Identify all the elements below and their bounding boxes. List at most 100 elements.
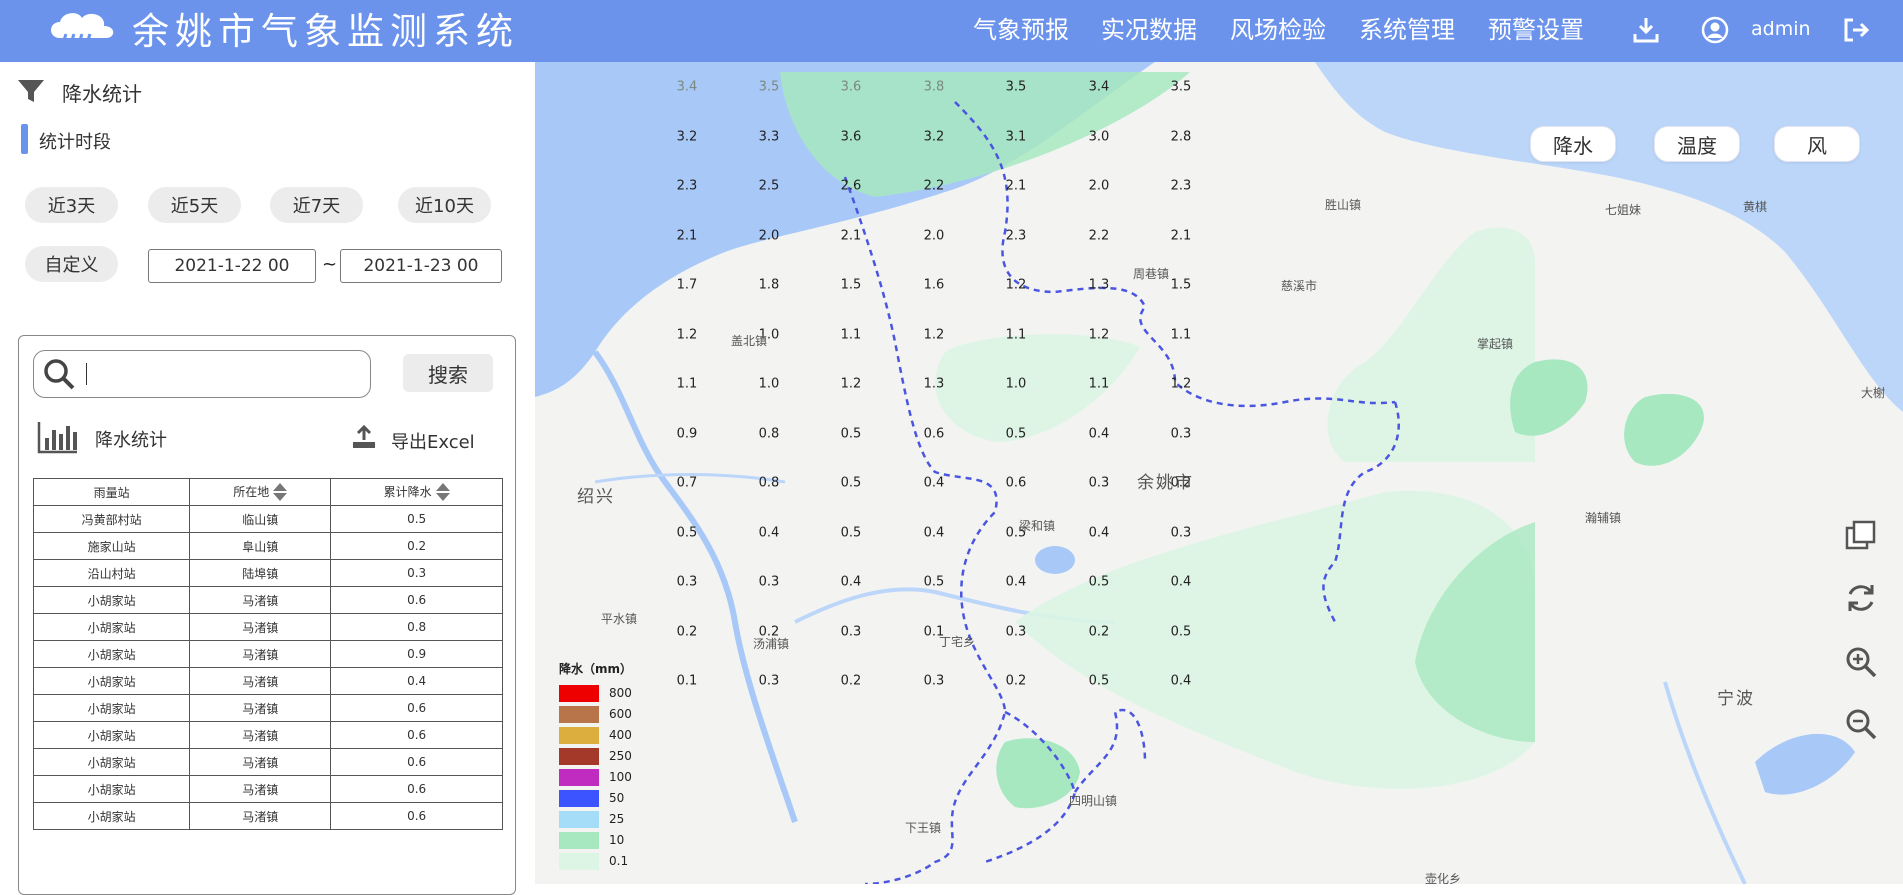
grid-value: 1.6 xyxy=(923,277,945,293)
legend-label: 0.1 xyxy=(609,854,629,868)
grid-value: 0.4 xyxy=(1170,673,1192,689)
grid-value: 0.4 xyxy=(923,475,945,491)
grid-value: 0.4 xyxy=(758,525,780,540)
layer-wind-button[interactable]: 风 xyxy=(1774,126,1860,162)
table-row[interactable]: 小胡家站 马渚镇 0.6 xyxy=(32,721,503,749)
table-row[interactable]: 小胡家站 马渚镇 0.8 xyxy=(32,613,503,641)
search-input[interactable] xyxy=(33,350,371,398)
column-header-total-rain[interactable]: 累计降水 xyxy=(330,478,503,506)
table-row[interactable]: 小胡家站 马渚镇 0.9 xyxy=(32,640,503,668)
grid-value: 1.0 xyxy=(758,376,780,392)
nav-weather-forecast[interactable]: 气象预报 xyxy=(973,14,1069,46)
custom-range-button[interactable]: 自定义 xyxy=(25,246,118,282)
grid-value: 1.5 xyxy=(840,277,862,293)
grid-value: 3.1 xyxy=(1005,129,1027,144)
grid-value: 0.8 xyxy=(758,475,780,491)
layer-temperature-button[interactable]: 温度 xyxy=(1654,126,1740,162)
place-label: 周巷镇 xyxy=(1133,267,1170,281)
grid-value: 1.2 xyxy=(840,376,862,392)
nav-system-admin[interactable]: 系统管理 xyxy=(1359,14,1455,46)
grid-value: 1.1 xyxy=(840,327,862,342)
location-cell: 马渚镇 xyxy=(189,613,332,641)
zoom-out-icon[interactable] xyxy=(1843,706,1879,742)
table-row[interactable]: 小胡家站 马渚镇 0.6 xyxy=(32,586,503,614)
logout-icon[interactable] xyxy=(1841,15,1871,45)
copy-icon[interactable] xyxy=(1843,518,1879,554)
grid-value: 0.4 xyxy=(1088,426,1110,441)
location-cell: 阜山镇 xyxy=(189,532,332,560)
grid-value: 0.5 xyxy=(840,525,862,540)
legend-swatch xyxy=(559,727,599,744)
grid-value: 0.5 xyxy=(840,475,862,491)
table-row[interactable]: 小胡家站 马渚镇 0.6 xyxy=(32,802,503,830)
sort-icon[interactable] xyxy=(273,483,288,502)
table-row[interactable]: 小胡家站 马渚镇 0.4 xyxy=(32,667,503,695)
username[interactable]: admin xyxy=(1751,18,1811,40)
export-icon[interactable] xyxy=(351,424,377,450)
legend-swatch xyxy=(559,685,599,702)
grid-value: 0.4 xyxy=(840,574,862,590)
table-row[interactable]: 施家山站 阜山镇 0.2 xyxy=(32,532,503,560)
place-label: 四明山镇 xyxy=(1069,794,1118,808)
table-row[interactable]: 小胡家站 马渚镇 0.6 xyxy=(32,775,503,803)
legend-item: 400 xyxy=(559,725,659,746)
place-label: 大榭 xyxy=(1861,386,1886,400)
rain-map[interactable]: 3.4 3.5 3.6 3.8 3.5 3.4 3.5 3.2 3.3 3.6 3.2 3.1 3.0 2… xyxy=(535,62,1903,884)
total-rain-cell: 0.9 xyxy=(330,640,503,668)
table-row[interactable]: 冯黄部村站 临山镇 0.5 xyxy=(32,505,503,533)
weather-logo-icon xyxy=(51,13,114,47)
nav-live-data[interactable]: 实况数据 xyxy=(1101,14,1197,46)
end-date-input[interactable]: 2021-1-23 00 xyxy=(340,249,502,283)
location-cell: 马渚镇 xyxy=(189,586,332,614)
grid-value: 0.5 xyxy=(676,525,698,540)
nav-wind-check[interactable]: 风场检验 xyxy=(1230,14,1326,46)
nav-alert-settings[interactable]: 预警设置 xyxy=(1488,14,1584,46)
legend-label: 25 xyxy=(609,812,625,826)
grid-value: 0.5 xyxy=(923,574,945,590)
refresh-icon[interactable] xyxy=(1843,580,1879,616)
sort-icon[interactable] xyxy=(435,483,450,502)
top-header: 余姚市气象监测系统 气象预报 实况数据 风场检验 系统管理 预警设置 admin xyxy=(0,0,1903,62)
place-label: 汤浦镇 xyxy=(753,637,790,651)
table-row[interactable]: 小胡家站 马渚镇 0.6 xyxy=(32,748,503,776)
grid-value: 2.3 xyxy=(1170,178,1192,194)
download-icon[interactable] xyxy=(1631,15,1661,45)
range-3-days-button[interactable]: 近3天 xyxy=(25,187,118,223)
total-rain-cell: 0.6 xyxy=(330,721,503,749)
place-label: 下王镇 xyxy=(905,821,942,835)
location-cell: 马渚镇 xyxy=(189,748,332,776)
grid-value: 0.5 xyxy=(1088,574,1110,590)
grid-value: 0.3 xyxy=(758,574,780,590)
grid-value: 0.4 xyxy=(923,525,945,540)
location-cell: 陆埠镇 xyxy=(189,559,332,587)
grid-value: 2.8 xyxy=(1170,129,1192,144)
range-10-days-button[interactable]: 近10天 xyxy=(398,187,491,223)
station-cell: 小胡家站 xyxy=(32,586,191,614)
range-5-days-button[interactable]: 近5天 xyxy=(148,187,241,223)
place-label: 瀚辅镇 xyxy=(1585,511,1622,525)
grid-value: 3.4 xyxy=(1088,79,1110,95)
station-cell: 小胡家站 xyxy=(32,775,191,803)
location-cell: 马渚镇 xyxy=(189,721,332,749)
start-date-input[interactable]: 2021-1-22 00 xyxy=(148,249,316,283)
export-excel-button[interactable]: 导出Excel xyxy=(391,428,475,454)
grid-value: 0.5 xyxy=(1170,624,1192,639)
search-button[interactable]: 搜索 xyxy=(403,354,493,392)
layer-precipitation-button[interactable]: 降水 xyxy=(1530,126,1616,162)
range-7-days-button[interactable]: 近7天 xyxy=(270,187,363,223)
grid-value: 0.1 xyxy=(676,673,698,689)
user-avatar-icon[interactable] xyxy=(1700,15,1730,45)
location-cell: 马渚镇 xyxy=(189,775,332,803)
legend-label: 600 xyxy=(609,707,632,721)
table-row[interactable]: 小胡家站 马渚镇 0.6 xyxy=(32,694,503,722)
grid-value: 1.3 xyxy=(923,376,945,392)
column-header-location[interactable]: 所在地 xyxy=(189,478,332,506)
station-cell: 小胡家站 xyxy=(32,721,191,749)
zoom-in-icon[interactable] xyxy=(1843,644,1879,680)
station-cell: 小胡家站 xyxy=(32,748,191,776)
grid-value: 3.3 xyxy=(758,129,780,144)
grid-value: 0.8 xyxy=(758,426,780,441)
total-rain-cell: 0.5 xyxy=(330,505,503,533)
total-rain-cell: 0.6 xyxy=(330,802,503,830)
table-row[interactable]: 沿山村站 陆埠镇 0.3 xyxy=(32,559,503,587)
